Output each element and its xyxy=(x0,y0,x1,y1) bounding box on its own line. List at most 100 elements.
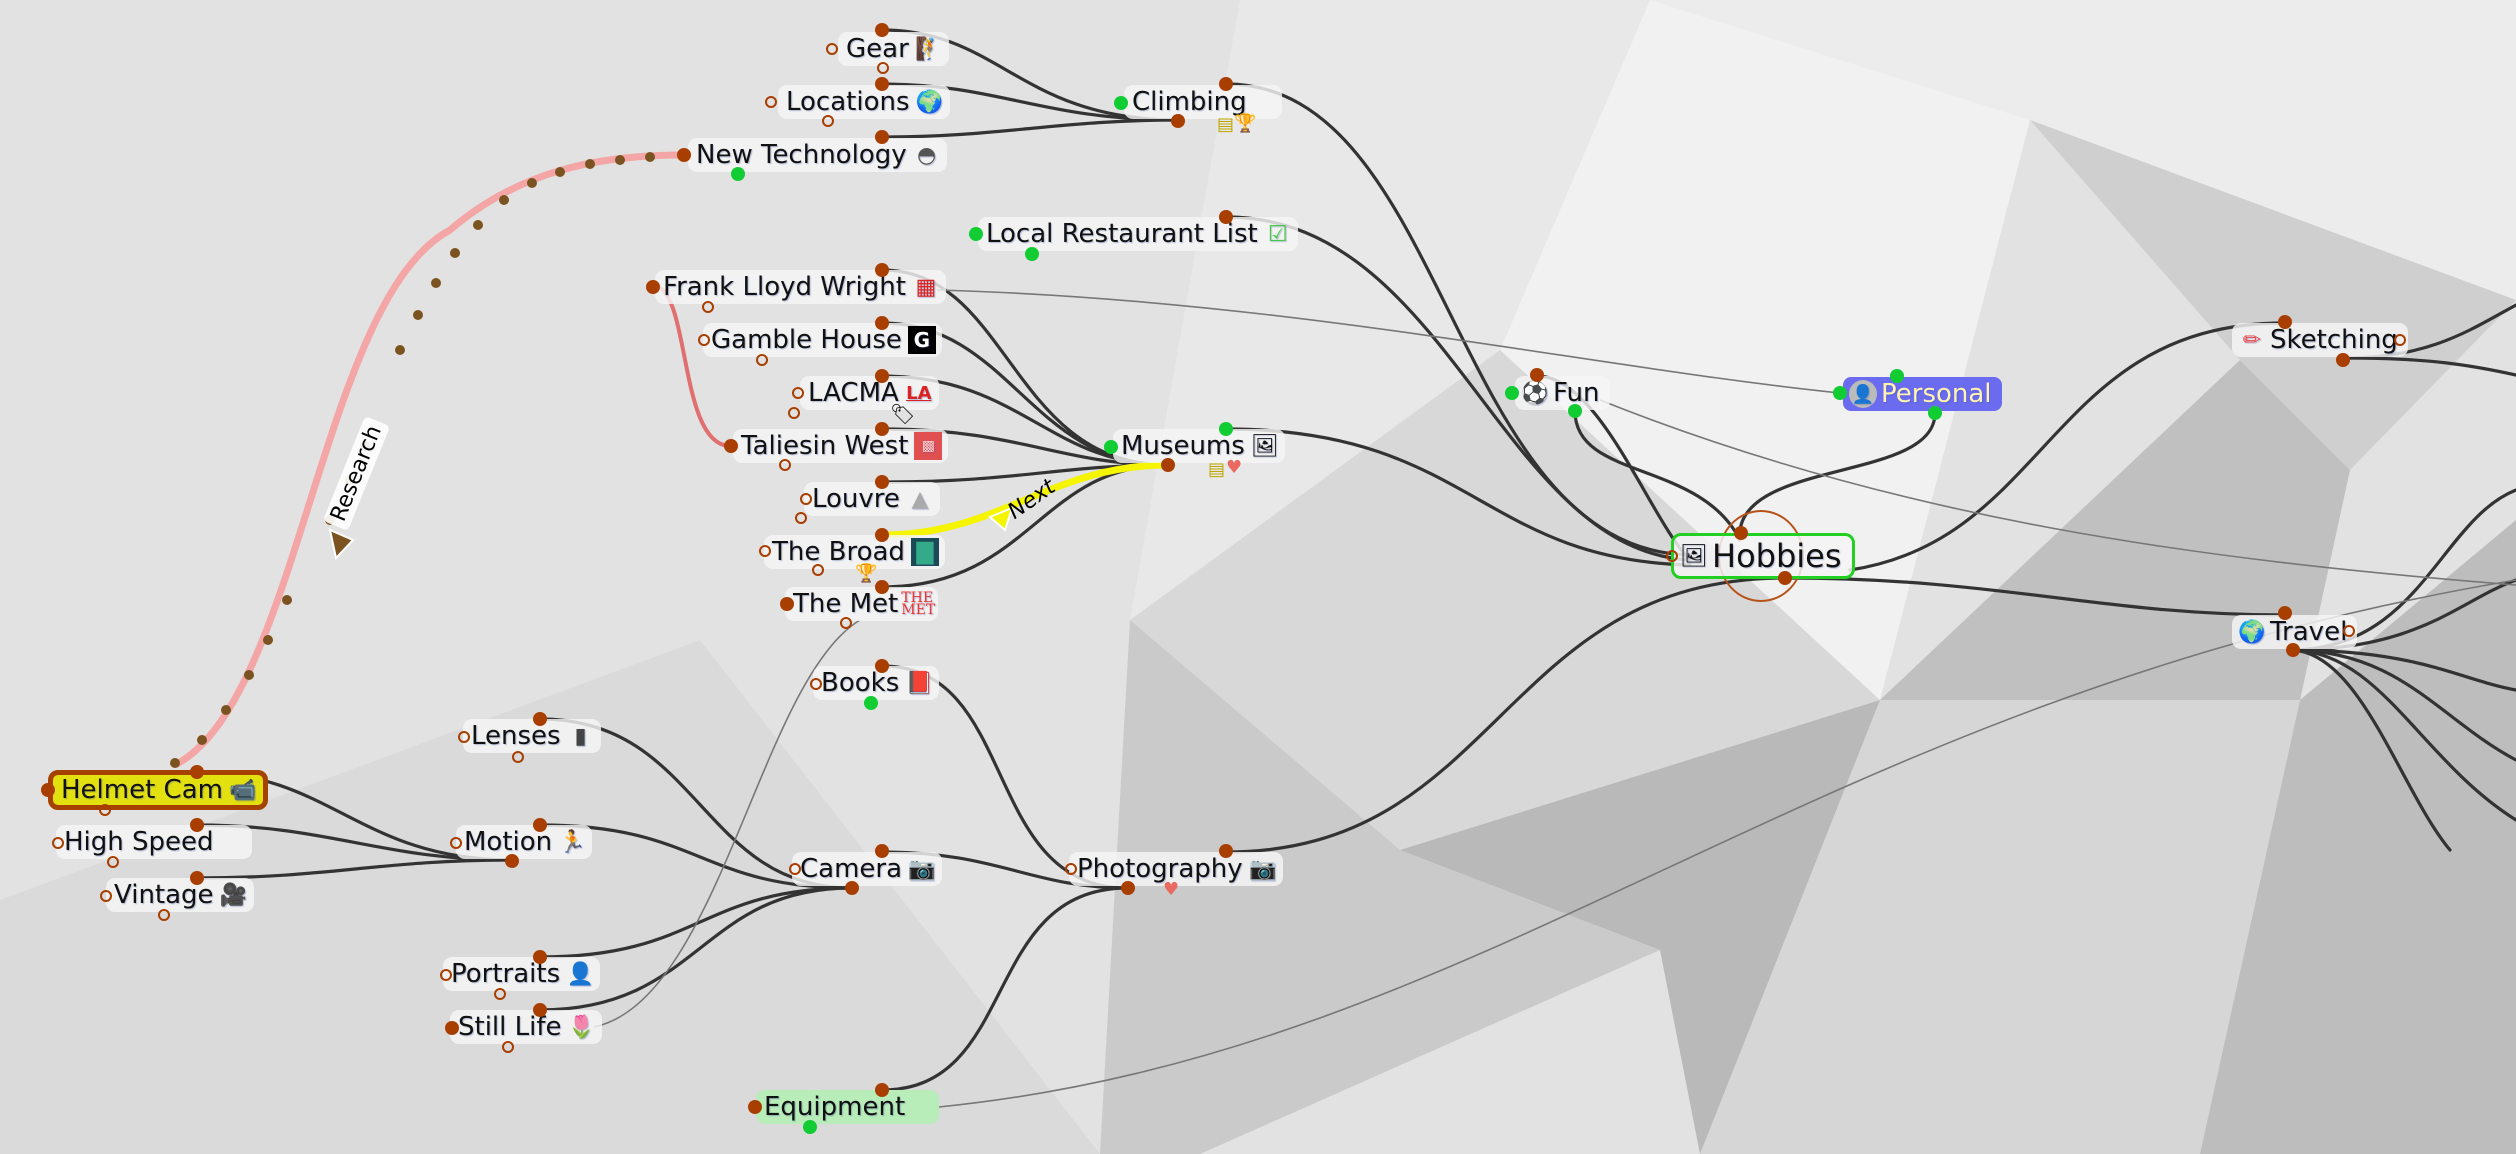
connector-dot[interactable] xyxy=(875,316,889,330)
connector-dot[interactable] xyxy=(2394,334,2406,346)
connector-dot[interactable] xyxy=(702,301,714,313)
connector-dot[interactable] xyxy=(1505,386,1519,400)
node-louvre[interactable]: Louvre ▲ xyxy=(804,482,940,516)
connector-dot[interactable] xyxy=(765,96,777,108)
connector-dot[interactable] xyxy=(1219,422,1233,436)
connector-dot[interactable] xyxy=(800,493,812,505)
node-equipment[interactable]: Equipment xyxy=(756,1090,939,1124)
connector-dot[interactable] xyxy=(779,459,791,471)
node-local-restaurant-list[interactable]: Local Restaurant List ☑ xyxy=(978,217,1298,251)
connector-dot[interactable] xyxy=(2278,315,2292,329)
connector-dot[interactable] xyxy=(875,77,889,91)
connector-dot[interactable] xyxy=(803,1120,817,1134)
connector-dot[interactable] xyxy=(52,837,64,849)
connector-dot[interactable] xyxy=(1171,114,1185,128)
connector-dot[interactable] xyxy=(810,678,822,690)
connector-dot[interactable] xyxy=(780,597,794,611)
connector-dot[interactable] xyxy=(107,856,119,868)
node-new-technology[interactable]: New Technology ◓ xyxy=(688,138,947,172)
connector-dot[interactable] xyxy=(1219,844,1233,858)
connector-dot[interactable] xyxy=(1530,368,1544,382)
connector-dot[interactable] xyxy=(1219,77,1233,91)
connector-dot[interactable] xyxy=(512,751,524,763)
connector-dot[interactable] xyxy=(875,580,889,594)
connector-dot[interactable] xyxy=(99,804,111,816)
node-motion[interactable]: Motion 🏃 xyxy=(456,825,593,859)
connector-dot[interactable] xyxy=(158,909,170,921)
node-frank-lloyd-wright[interactable]: Frank Lloyd Wright ▦ xyxy=(655,270,946,304)
connector-dot[interactable] xyxy=(450,837,462,849)
connector-dot[interactable] xyxy=(875,844,889,858)
connector-dot[interactable] xyxy=(100,890,112,902)
node-camera[interactable]: Camera 📷 xyxy=(792,852,943,886)
node-gamble-house[interactable]: Gamble House G xyxy=(703,323,942,357)
connector-dot[interactable] xyxy=(533,712,547,726)
connector-dot[interactable] xyxy=(1114,96,1128,110)
connector-dot[interactable] xyxy=(1568,404,1582,418)
connector-dot[interactable] xyxy=(190,871,204,885)
connector-dot[interactable] xyxy=(864,696,878,710)
connector-dot[interactable] xyxy=(789,863,801,875)
connector-dot[interactable] xyxy=(533,818,547,832)
connector-dot[interactable] xyxy=(646,280,660,294)
node-personal[interactable]: 👤 Personal xyxy=(1843,377,2002,411)
node-still-life[interactable]: Still Life 🌷 xyxy=(450,1010,602,1044)
node-gear[interactable]: Gear 🧗 xyxy=(838,32,949,66)
node-fun[interactable]: ⚽ Fun xyxy=(1515,376,1610,410)
node-taliesin-west[interactable]: Taliesin West ▩ xyxy=(733,429,949,463)
node-portraits[interactable]: Portraits 👤 xyxy=(443,957,601,991)
connector-dot[interactable] xyxy=(677,148,691,162)
connector-dot[interactable] xyxy=(1734,526,1748,540)
connector-dot[interactable] xyxy=(875,528,889,542)
connector-dot[interactable] xyxy=(877,62,889,74)
connector-dot[interactable] xyxy=(756,354,768,366)
node-high-speed[interactable]: High Speed xyxy=(56,825,252,859)
node-locations[interactable]: Locations 🌍 xyxy=(778,85,950,119)
connector-dot[interactable] xyxy=(840,617,852,629)
connector-dot[interactable] xyxy=(1890,369,1904,383)
connector-dot[interactable] xyxy=(41,783,55,797)
connector-dot[interactable] xyxy=(969,227,983,241)
node-sketching[interactable]: ✏ Sketching xyxy=(2232,323,2408,357)
connector-dot[interactable] xyxy=(875,659,889,673)
connector-dot[interactable] xyxy=(724,439,738,453)
connector-dot[interactable] xyxy=(812,564,824,576)
connector-dot[interactable] xyxy=(875,263,889,277)
node-helmet-cam[interactable]: Helmet Cam 📹 xyxy=(48,770,268,810)
connector-dot[interactable] xyxy=(1928,406,1942,420)
connector-dot[interactable] xyxy=(788,407,800,419)
connector-dot[interactable] xyxy=(875,23,889,37)
connector-dot[interactable] xyxy=(1065,863,1077,875)
connector-dot[interactable] xyxy=(875,422,889,436)
node-museums[interactable]: Museums 🖼 xyxy=(1113,429,1285,463)
connector-dot[interactable] xyxy=(2336,353,2350,367)
connector-dot[interactable] xyxy=(1025,247,1039,261)
connector-dot[interactable] xyxy=(2343,625,2355,637)
connector-dot[interactable] xyxy=(875,369,889,383)
connector-dot[interactable] xyxy=(533,950,547,964)
connector-dot[interactable] xyxy=(822,115,834,127)
connector-dot[interactable] xyxy=(1161,458,1175,472)
connector-dot[interactable] xyxy=(2278,606,2292,620)
node-vintage[interactable]: Vintage 🎥 xyxy=(106,878,254,912)
connector-dot[interactable] xyxy=(731,167,745,181)
node-the-met[interactable]: The Met THE MET xyxy=(785,587,939,621)
connector-dot[interactable] xyxy=(505,854,519,868)
connector-dot[interactable] xyxy=(190,818,204,832)
connector-dot[interactable] xyxy=(875,475,889,489)
connector-dot[interactable] xyxy=(502,1041,514,1053)
connector-dot[interactable] xyxy=(1219,210,1233,224)
connector-dot[interactable] xyxy=(1121,881,1135,895)
connector-dot[interactable] xyxy=(748,1100,762,1114)
note-icon[interactable]: ▤ xyxy=(1208,459,1225,480)
connector-dot[interactable] xyxy=(792,387,804,399)
connector-dot[interactable] xyxy=(795,512,807,524)
connector-dot[interactable] xyxy=(1778,571,1792,585)
note-icon[interactable]: ▤ xyxy=(1217,114,1234,135)
connector-dot[interactable] xyxy=(698,334,710,346)
connector-dot[interactable] xyxy=(875,130,889,144)
connector-dot[interactable] xyxy=(190,765,204,779)
connector-dot[interactable] xyxy=(533,1003,547,1017)
connector-dot[interactable] xyxy=(1833,386,1847,400)
node-lenses[interactable]: Lenses ▮ xyxy=(463,719,601,753)
